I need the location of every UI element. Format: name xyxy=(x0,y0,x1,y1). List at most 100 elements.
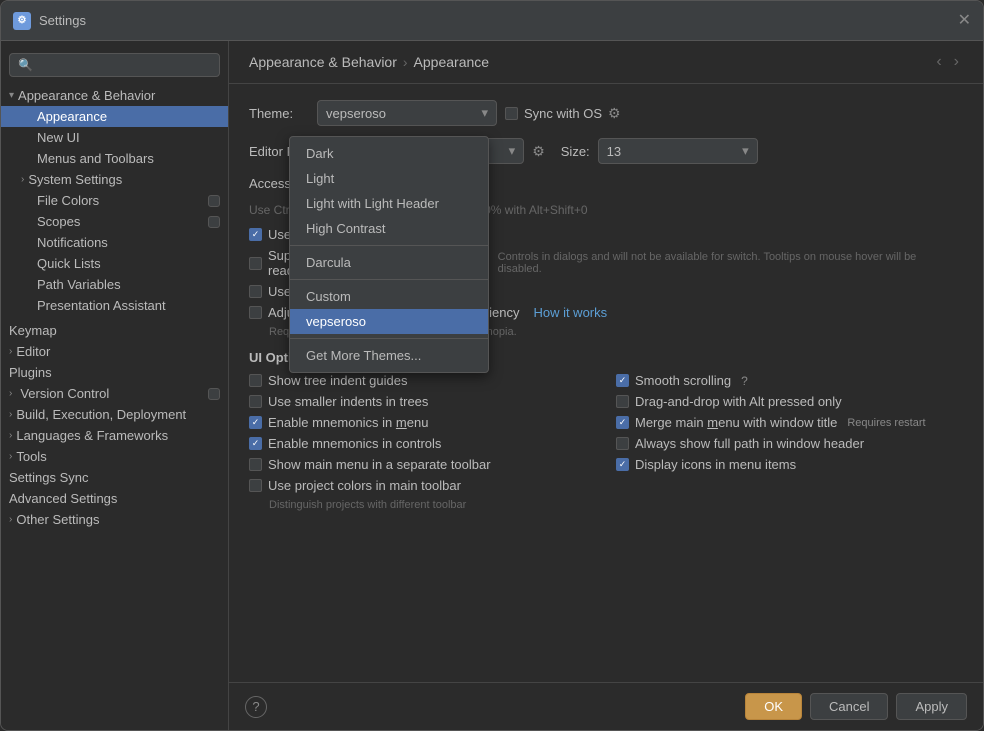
how-it-works-link[interactable]: How it works xyxy=(533,305,607,320)
project-colors-checkbox[interactable] xyxy=(249,479,262,492)
sidebar-item-languages-frameworks[interactable]: › Languages & Frameworks xyxy=(1,425,228,446)
chevron-right-icon: › xyxy=(9,451,12,462)
display-icons-checkbox[interactable] xyxy=(616,458,629,471)
drag-drop-checkbox[interactable] xyxy=(616,395,629,408)
mnemonics-menu-checkbox[interactable] xyxy=(249,416,262,429)
screen-readers-checkbox[interactable] xyxy=(249,257,262,270)
sidebar-item-label: Version Control xyxy=(20,386,109,401)
sidebar-item-settings-sync[interactable]: Settings Sync xyxy=(1,467,228,488)
tree-indent-label: Show tree indent guides xyxy=(268,373,407,388)
sidebar-item-notifications[interactable]: Notifications xyxy=(1,232,228,253)
footer: ? OK Cancel Apply xyxy=(229,682,983,730)
tree-indent-row: Show tree indent guides xyxy=(249,373,596,388)
sidebar-item-label: Notifications xyxy=(37,235,108,250)
editor-font-gear[interactable]: ⚙ xyxy=(532,143,545,160)
display-icons-label: Display icons in menu items xyxy=(635,457,796,472)
dropdown-item-vepseroso[interactable]: vepseroso xyxy=(290,309,488,334)
sidebar-item-label: Quick Lists xyxy=(37,256,101,271)
adjust-colors-checkbox[interactable] xyxy=(249,306,262,319)
ui-options-left: Show tree indent guides Use smaller inde… xyxy=(249,373,596,523)
contrast-scrollbars-checkbox[interactable] xyxy=(249,285,262,298)
dropdown-item-dark[interactable]: Dark xyxy=(290,141,488,166)
sync-os-checkbox[interactable] xyxy=(505,107,518,120)
chevron-right-icon: › xyxy=(9,409,12,420)
sidebar-item-build-execution[interactable]: › Build, Execution, Deployment xyxy=(1,404,228,425)
separate-toolbar-checkbox[interactable] xyxy=(249,458,262,471)
dropdown-divider-3 xyxy=(290,338,488,339)
titlebar: ⚙ Settings ✕ xyxy=(1,1,983,41)
dropdown-item-light-header[interactable]: Light with Light Header xyxy=(290,191,488,216)
sidebar-item-menus-toolbars[interactable]: Menus and Toolbars xyxy=(1,148,228,169)
full-path-checkbox[interactable] xyxy=(616,437,629,450)
sidebar-item-system-settings[interactable]: › System Settings xyxy=(1,169,228,190)
smaller-indents-row: Use smaller indents in trees xyxy=(249,394,596,409)
smooth-scrolling-help-icon[interactable]: ? xyxy=(741,374,748,388)
search-bar[interactable]: 🔍 xyxy=(9,53,220,77)
font-size-value: 13 xyxy=(607,144,621,159)
mnemonics-menu-label: Enable mnemonics in menu xyxy=(268,415,428,430)
smooth-scrolling-label: Smooth scrolling xyxy=(635,373,731,388)
dropdown-item-high-contrast[interactable]: High Contrast xyxy=(290,216,488,241)
font-size-select[interactable]: 13 ▾ xyxy=(598,138,758,164)
search-input[interactable] xyxy=(39,58,211,72)
sync-os-gear[interactable]: ⚙ xyxy=(608,105,621,122)
sidebar-item-editor[interactable]: › Editor xyxy=(1,341,228,362)
sidebar-item-label: Build, Execution, Deployment xyxy=(16,407,186,422)
smooth-scrolling-checkbox[interactable] xyxy=(616,374,629,387)
page-icon xyxy=(208,388,220,400)
sidebar-item-keymap[interactable]: Keymap xyxy=(1,320,228,341)
page-icon xyxy=(208,195,220,207)
smaller-indents-checkbox[interactable] xyxy=(249,395,262,408)
sidebar-item-label: New UI xyxy=(37,130,80,145)
sidebar-item-scopes[interactable]: Scopes xyxy=(1,211,228,232)
ok-button[interactable]: OK xyxy=(745,693,802,720)
drag-drop-label: Drag-and-drop with Alt pressed only xyxy=(635,394,842,409)
drag-drop-row: Drag-and-drop with Alt pressed only xyxy=(616,394,963,409)
sidebar-item-version-control[interactable]: › Version Control xyxy=(1,383,228,404)
main-panel: Appearance & Behavior › Appearance ‹ › T… xyxy=(229,41,983,730)
mnemonics-controls-row: Enable mnemonics in controls xyxy=(249,436,596,451)
close-button[interactable]: ✕ xyxy=(958,13,971,29)
back-button[interactable]: ‹ xyxy=(932,53,945,71)
size-caret: ▾ xyxy=(742,143,749,159)
sidebar-item-label: Appearance & Behavior xyxy=(18,88,155,103)
sidebar-item-label: Scopes xyxy=(37,214,80,229)
size-label: Size: xyxy=(561,144,590,159)
dropdown-divider-2 xyxy=(290,279,488,280)
sidebar-item-appearance-behavior[interactable]: ▾ Appearance & Behavior xyxy=(1,85,228,106)
dropdown-item-get-more[interactable]: Get More Themes... xyxy=(290,343,488,368)
screen-readers-hint: Controls in dialogs and will not be avai… xyxy=(498,251,963,275)
sidebar: 🔍 ▾ Appearance & Behavior Appearance New… xyxy=(1,41,229,730)
merge-menu-label: Merge main menu with window title xyxy=(635,415,837,430)
theme-dropdown[interactable]: vepseroso ▾ xyxy=(317,100,497,126)
breadcrumb-parent: Appearance & Behavior xyxy=(249,54,397,70)
apply-button[interactable]: Apply xyxy=(896,693,967,720)
mnemonics-menu-row: Enable mnemonics in menu xyxy=(249,415,596,430)
sidebar-item-file-colors[interactable]: File Colors xyxy=(1,190,228,211)
antialiasing-checkbox[interactable] xyxy=(249,228,262,241)
sidebar-item-other-settings[interactable]: › Other Settings xyxy=(1,509,228,530)
search-icon: 🔍 xyxy=(18,58,33,72)
forward-button[interactable]: › xyxy=(950,53,963,71)
sidebar-item-presentation-assistant[interactable]: Presentation Assistant xyxy=(1,295,228,316)
ui-options-right: Smooth scrolling ? Drag-and-drop with Al… xyxy=(616,373,963,523)
sidebar-item-tools[interactable]: › Tools xyxy=(1,446,228,467)
mnemonics-controls-checkbox[interactable] xyxy=(249,437,262,450)
merge-menu-checkbox[interactable] xyxy=(616,416,629,429)
sync-os-label: Sync with OS xyxy=(524,106,602,121)
sidebar-item-advanced-settings[interactable]: Advanced Settings xyxy=(1,488,228,509)
sidebar-item-quick-lists[interactable]: Quick Lists xyxy=(1,253,228,274)
sidebar-item-plugins[interactable]: Plugins xyxy=(1,362,228,383)
dropdown-item-light[interactable]: Light xyxy=(290,166,488,191)
dropdown-item-darcula[interactable]: Darcula xyxy=(290,250,488,275)
sidebar-item-label: Editor xyxy=(16,344,50,359)
sidebar-item-label: Other Settings xyxy=(16,512,99,527)
sidebar-item-appearance[interactable]: Appearance xyxy=(1,106,228,127)
sidebar-item-path-variables[interactable]: Path Variables xyxy=(1,274,228,295)
tree-indent-checkbox[interactable] xyxy=(249,374,262,387)
cancel-button[interactable]: Cancel xyxy=(810,693,888,720)
sidebar-item-new-ui[interactable]: New UI xyxy=(1,127,228,148)
sidebar-item-label: Plugins xyxy=(9,365,52,380)
dropdown-item-custom[interactable]: Custom xyxy=(290,284,488,309)
help-button[interactable]: ? xyxy=(245,696,267,718)
